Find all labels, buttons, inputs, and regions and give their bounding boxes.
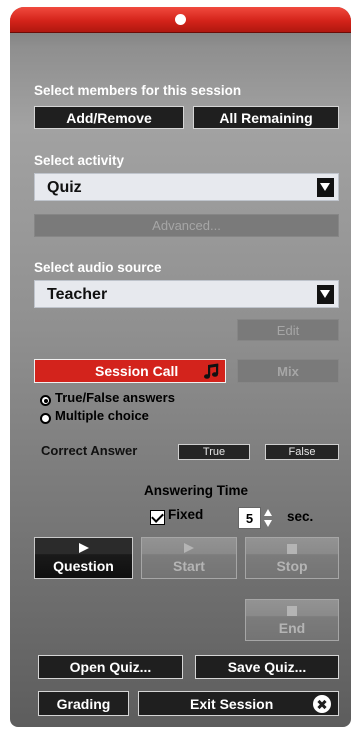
grading-button[interactable]: Grading xyxy=(38,691,129,716)
audio-source-value: Teacher xyxy=(47,286,108,303)
time-spinner[interactable]: 5 xyxy=(238,507,261,529)
activity-label: Select activity xyxy=(34,153,125,168)
edit-button[interactable]: Edit xyxy=(237,319,339,341)
true-button[interactable]: True xyxy=(178,444,250,460)
correct-answer-label: Correct Answer xyxy=(41,443,138,458)
stop-icon xyxy=(287,544,297,554)
answering-time-label: Answering Time xyxy=(144,483,249,498)
mix-button[interactable]: Mix xyxy=(237,359,339,383)
dropdown-arrow-icon[interactable] xyxy=(317,178,334,197)
end-label: End xyxy=(278,620,306,636)
title-dot-icon xyxy=(175,14,186,25)
members-label: Select members for this session xyxy=(34,83,242,98)
question-label: Question xyxy=(53,558,114,574)
end-button[interactable]: End xyxy=(245,599,339,641)
start-label: Start xyxy=(173,558,205,574)
dropdown-arrow-icon[interactable] xyxy=(317,285,334,304)
advanced-button[interactable]: Advanced... xyxy=(34,214,339,237)
activity-dropdown[interactable]: Quiz xyxy=(34,173,339,201)
all-remaining-button[interactable]: All Remaining xyxy=(193,106,339,129)
audio-source-label: Select audio source xyxy=(34,260,162,275)
false-button[interactable]: False xyxy=(265,444,339,460)
true-false-label: True/False answers xyxy=(55,390,175,405)
start-button[interactable]: Start xyxy=(141,537,237,579)
audio-source-dropdown[interactable]: Teacher xyxy=(34,280,339,308)
stop-button[interactable]: Stop xyxy=(245,537,339,579)
title-bar[interactable] xyxy=(10,7,351,33)
time-unit-label: sec. xyxy=(287,509,314,524)
true-false-radio[interactable] xyxy=(40,395,51,406)
save-quiz-button[interactable]: Save Quiz... xyxy=(195,655,339,679)
play-icon xyxy=(78,543,89,553)
multiple-choice-label: Multiple choice xyxy=(55,408,149,423)
music-note-icon xyxy=(204,363,219,379)
fixed-label: Fixed xyxy=(168,507,204,522)
stop-icon xyxy=(287,606,297,616)
open-quiz-button[interactable]: Open Quiz... xyxy=(38,655,183,679)
exit-session-label: Exit Session xyxy=(190,696,274,712)
spinner-arrows-icon[interactable] xyxy=(264,507,272,529)
question-button[interactable]: Question xyxy=(34,537,133,579)
session-call-button[interactable]: Session Call xyxy=(34,359,226,383)
play-icon xyxy=(184,543,194,553)
session-panel: Select members for this session Add/Remo… xyxy=(10,7,351,727)
activity-value: Quiz xyxy=(47,179,82,196)
stop-label: Stop xyxy=(276,558,308,574)
close-circle-icon xyxy=(313,695,331,713)
add-remove-button[interactable]: Add/Remove xyxy=(34,106,184,129)
exit-session-button[interactable]: Exit Session xyxy=(138,691,339,716)
session-call-label: Session Call xyxy=(95,363,179,379)
fixed-checkbox[interactable] xyxy=(150,510,165,525)
multiple-choice-radio[interactable] xyxy=(40,413,51,424)
